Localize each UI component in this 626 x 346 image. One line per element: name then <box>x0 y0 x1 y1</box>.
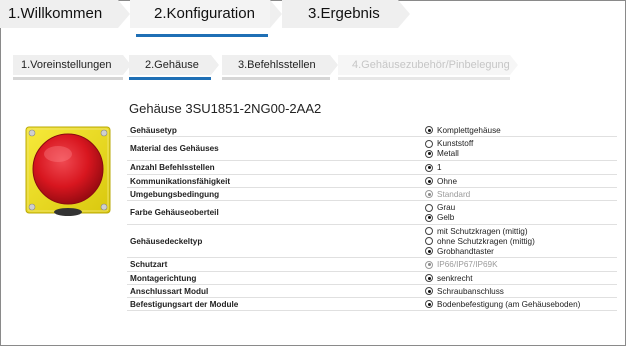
option-label: 1 <box>437 163 442 172</box>
active-step-indicator <box>136 34 268 37</box>
tab-underline <box>222 77 330 80</box>
active-tab-indicator <box>129 77 211 80</box>
radio-button[interactable] <box>425 163 433 172</box>
option-standard: Standard <box>425 189 617 199</box>
table-row: Anschlussart Modul Schraubanschluss <box>127 285 617 298</box>
table-row: Gehäusedeckeltyp mit Schutzkragen (mitti… <box>127 225 617 258</box>
option-label: Standard <box>437 189 471 199</box>
radio-button <box>425 260 433 269</box>
option-ohne-schutzkragen[interactable]: ohne Schutzkragen (mittig) <box>425 236 617 246</box>
property-label: Material des Gehäuses <box>130 144 219 153</box>
table-row: Schutzart IP66/IP67/IP69K <box>127 258 617 272</box>
property-label: Kommunikationsfähigkeit <box>130 176 231 186</box>
tab-underline <box>13 77 123 80</box>
radio-button[interactable] <box>425 287 433 295</box>
option-metall[interactable]: Metall <box>425 149 617 159</box>
table-row: Anzahl Befehlsstellen 1 <box>127 161 617 175</box>
table-row: Gehäusetyp Komplettgehäuse <box>127 124 617 137</box>
table-row: Befestigungsart der Module Bodenbefestig… <box>127 298 617 311</box>
product-title: Gehäuse 3SU1851-2NG00-2AA2 <box>129 101 322 116</box>
main-step-label: 1.Willkommen <box>8 5 103 22</box>
option-bodenbefestigung[interactable]: Bodenbefestigung (am Gehäuseboden) <box>425 299 617 309</box>
option-senkrecht[interactable]: senkrecht <box>425 273 617 283</box>
product-image <box>18 124 118 220</box>
option-label: senkrecht <box>437 273 473 283</box>
property-label: Befestigungsart der Module <box>130 299 239 309</box>
radio-button[interactable] <box>425 300 433 308</box>
table-row: Umgebungsbedingung Standard <box>127 188 617 201</box>
table-row: Montagerichtung senkrecht <box>127 272 617 285</box>
option-grau[interactable]: Grau <box>425 203 617 213</box>
option-label: Komplettgehäuse <box>437 125 501 135</box>
properties-table: Gehäusetyp Komplettgehäuse Material des … <box>127 124 617 311</box>
tab-underline <box>338 77 510 80</box>
option-kunststoff[interactable]: Kunststoff <box>425 139 617 149</box>
option-schraubanschluss[interactable]: Schraubanschluss <box>425 286 617 296</box>
tab-voreinstellungen[interactable]: 1.Voreinstellungen <box>13 55 131 75</box>
property-label: Anschlussart Modul <box>130 286 209 296</box>
property-label: Anzahl Befehlsstellen <box>130 163 215 172</box>
option-label: ohne Schutzkragen (mittig) <box>437 236 535 246</box>
option-label: Kunststoff <box>437 139 474 148</box>
option-gelb[interactable]: Gelb <box>425 213 617 223</box>
tab-label: 2.Gehäuse <box>145 59 199 71</box>
main-step-label: 3.Ergebnis <box>308 5 380 22</box>
option-komplettgehaeuse[interactable]: Komplettgehäuse <box>425 125 617 135</box>
option-label: Schraubanschluss <box>437 286 504 296</box>
option-label: IP66/IP67/IP69K <box>437 260 498 269</box>
option-1[interactable]: 1 <box>425 163 617 173</box>
option-label: mit Schutzkragen (mittig) <box>437 226 528 236</box>
radio-button[interactable] <box>425 274 433 282</box>
option-label: Gelb <box>437 213 455 222</box>
radio-button[interactable] <box>425 213 433 222</box>
main-step-willkommen[interactable]: 1.Willkommen <box>0 0 130 28</box>
table-row: Material des Gehäuses Kunststoff Metall <box>127 137 617 161</box>
table-row: Kommunikationsfähigkeit Ohne <box>127 175 617 188</box>
radio-button[interactable] <box>425 203 433 212</box>
property-label: Gehäusedeckeltyp <box>130 236 203 246</box>
option-label: Bodenbefestigung (am Gehäuseboden) <box>437 299 581 309</box>
radio-button[interactable] <box>425 126 433 134</box>
property-label: Montagerichtung <box>130 273 197 283</box>
tab-label: 3.Befehlsstellen <box>238 59 316 71</box>
tab-gehaeusezubehoer: 4.Gehäusezubehör/Pinbelegung <box>338 55 518 75</box>
option-schutzart: IP66/IP67/IP69K <box>425 260 617 270</box>
tab-label: 4.Gehäusezubehör/Pinbelegung <box>352 59 510 71</box>
radio-button[interactable] <box>425 177 433 185</box>
property-label: Schutzart <box>130 260 168 269</box>
main-step-label: 2.Konfiguration <box>154 5 255 22</box>
property-label: Farbe Gehäuseoberteil <box>130 208 219 217</box>
radio-button[interactable] <box>425 237 433 245</box>
property-label: Gehäusetyp <box>130 125 177 135</box>
radio-button[interactable] <box>425 139 433 148</box>
option-label: Grau <box>437 203 456 212</box>
table-row: Farbe Gehäuseoberteil Grau Gelb <box>127 201 617 225</box>
property-label: Umgebungsbedingung <box>130 189 220 199</box>
main-step-ergebnis[interactable]: 3.Ergebnis <box>282 0 410 28</box>
radio-button <box>425 190 433 198</box>
option-label: Metall <box>437 149 459 158</box>
tab-befehlsstellen[interactable]: 3.Befehlsstellen <box>222 55 338 75</box>
option-grobhandtaster[interactable]: Grobhandtaster <box>425 246 617 256</box>
sub-wizard-steps: 1.Voreinstellungen 2.Gehäuse 3.Befehlsst… <box>0 55 626 81</box>
radio-button[interactable] <box>425 227 433 235</box>
radio-button[interactable] <box>425 149 433 158</box>
option-label: Grobhandtaster <box>437 246 494 256</box>
option-label: Ohne <box>437 176 458 186</box>
tab-label: 1.Voreinstellungen <box>21 59 112 71</box>
tab-gehaeuse[interactable]: 2.Gehäuse <box>129 55 219 75</box>
option-mit-schutzkragen[interactable]: mit Schutzkragen (mittig) <box>425 226 617 236</box>
radio-button[interactable] <box>425 247 433 255</box>
main-step-konfiguration[interactable]: 2.Konfiguration <box>130 0 282 28</box>
option-ohne[interactable]: Ohne <box>425 176 617 186</box>
